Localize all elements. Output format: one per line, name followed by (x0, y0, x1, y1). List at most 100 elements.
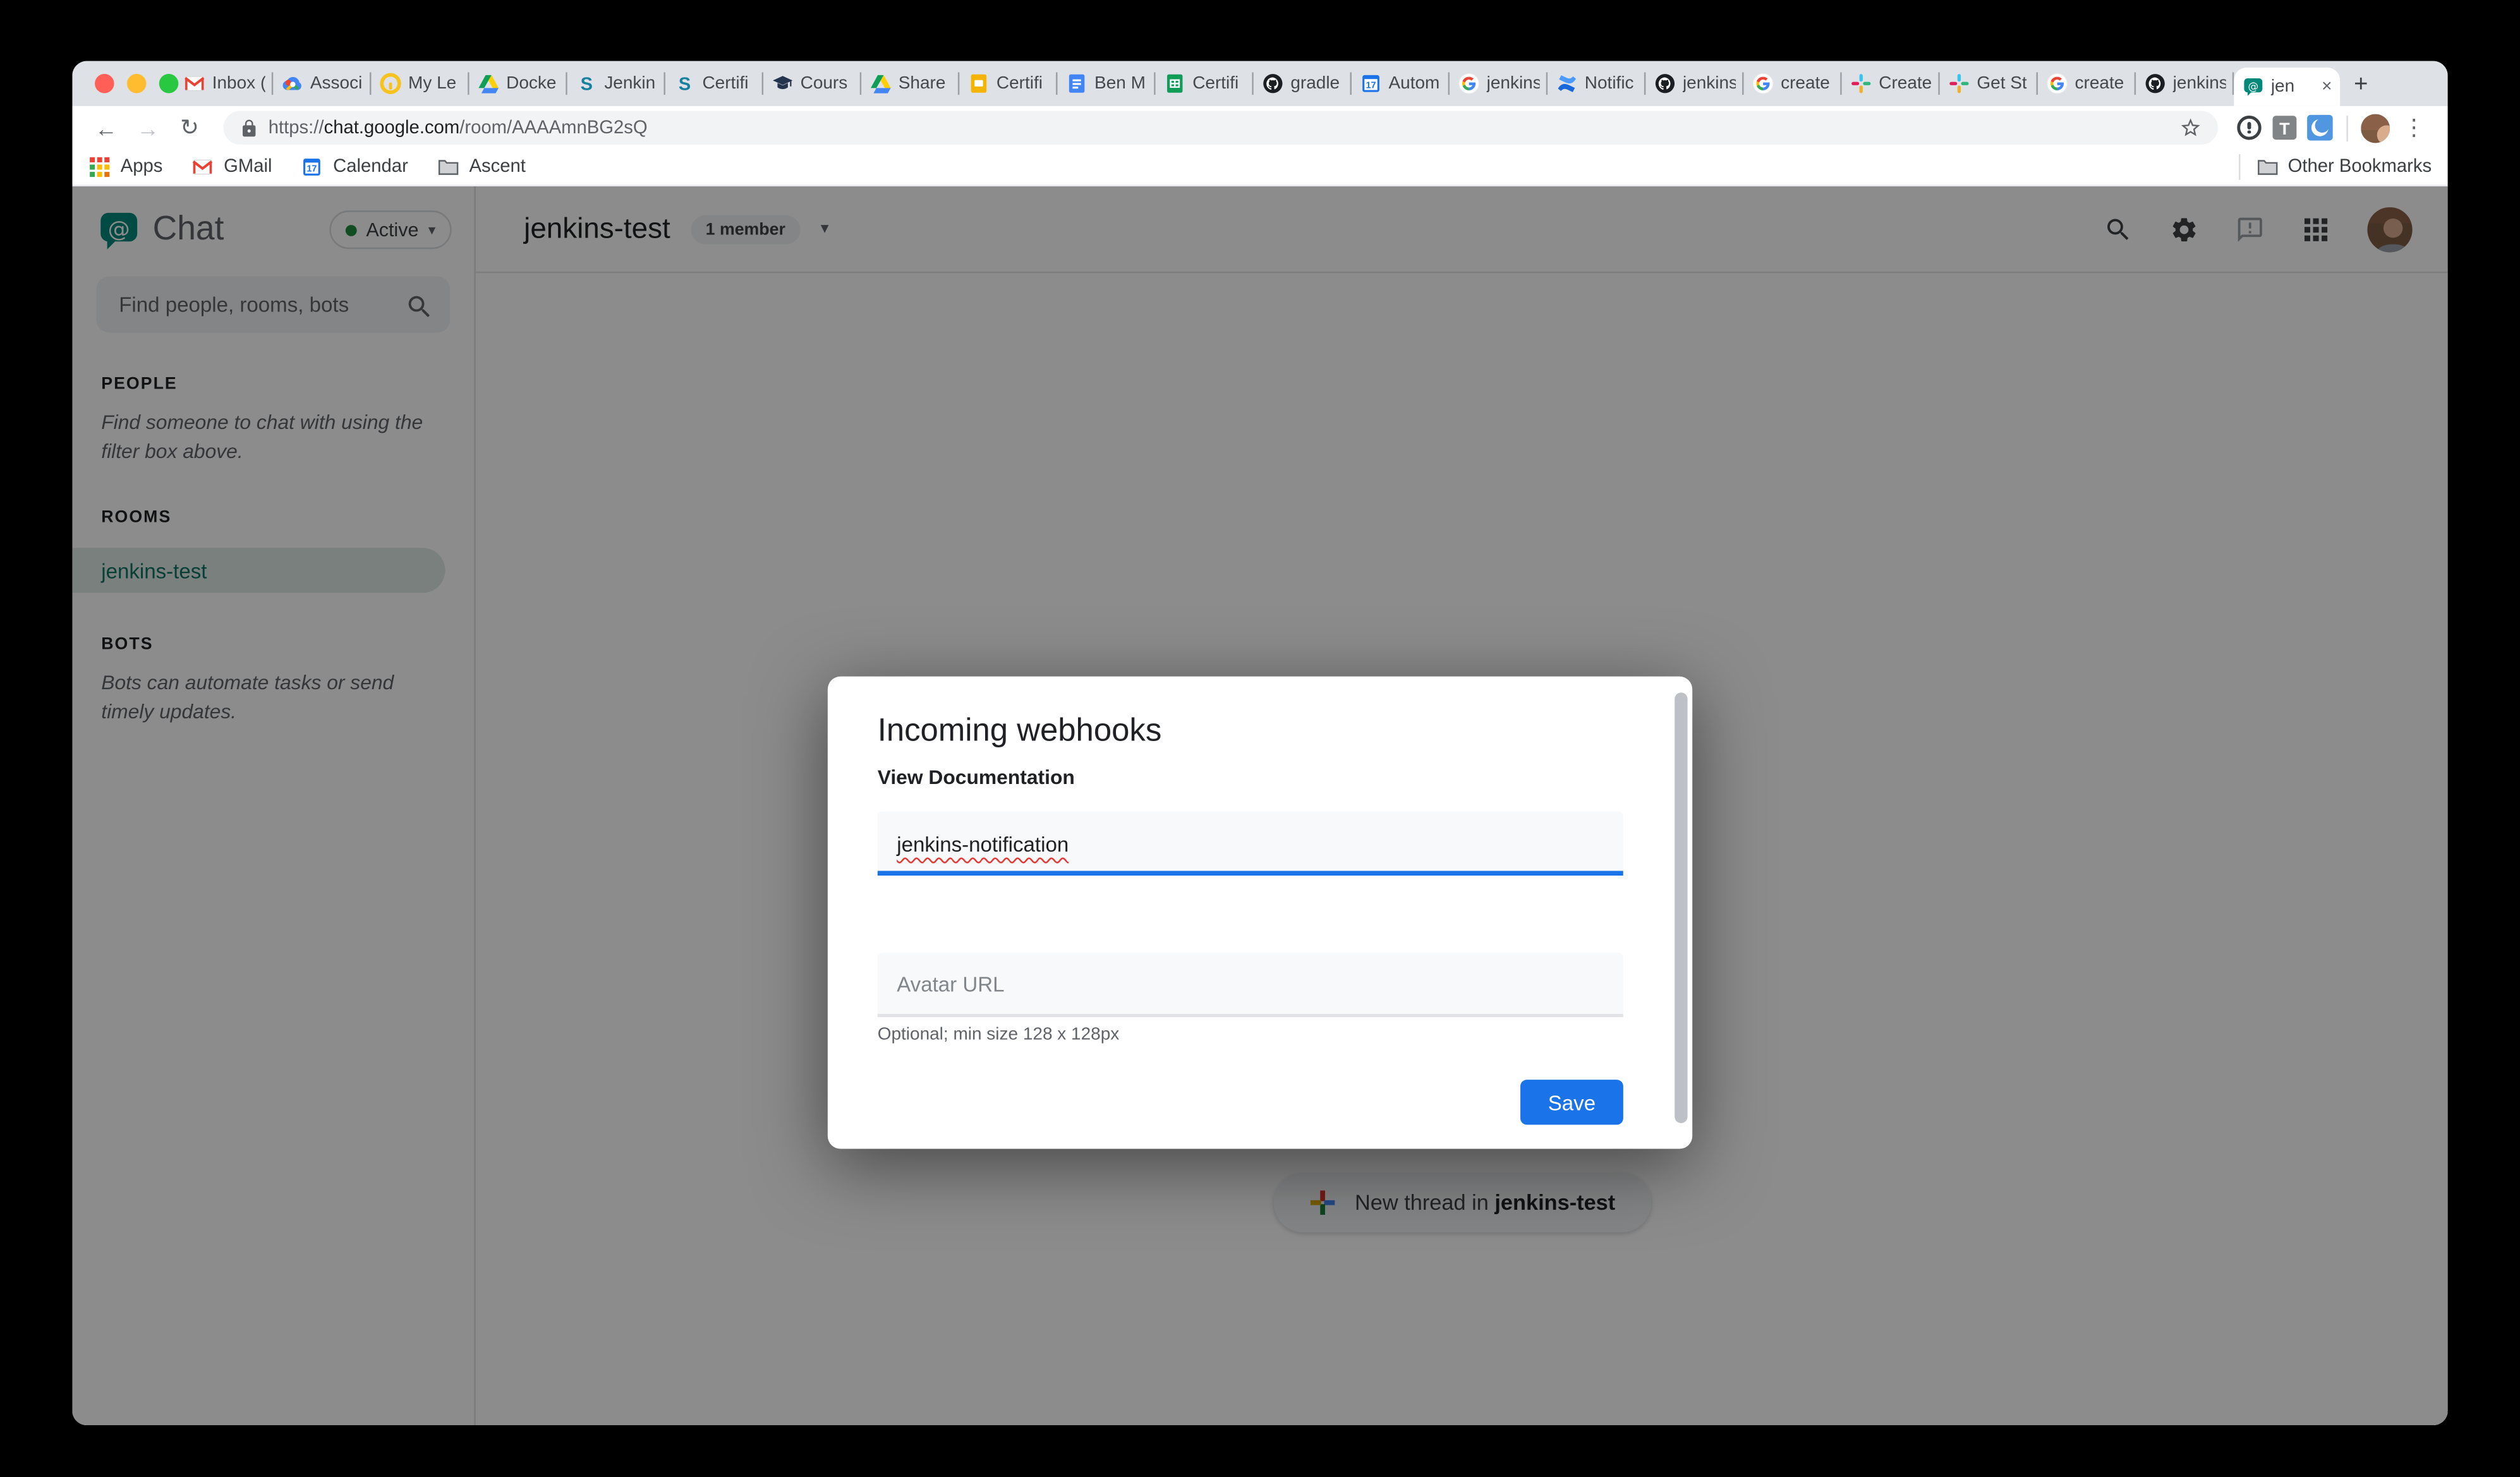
save-button[interactable]: Save (1520, 1080, 1623, 1124)
tab-label: Inbox ( (212, 74, 265, 93)
bookmark-gmail[interactable]: GMail (191, 156, 272, 179)
bookmark-label: Apps (121, 157, 163, 177)
browser-tab-autom[interactable]: 17 Autom (1352, 61, 1450, 106)
tab-label: Certifi (996, 74, 1043, 93)
skillsoft-favicon-icon: S (576, 72, 598, 95)
calendar-favicon-icon: 17 (1360, 72, 1383, 95)
google-favicon-icon (2046, 72, 2069, 95)
svg-text:S: S (679, 74, 691, 94)
bookmarks-bar: Apps GMail 17 Calendar Ascent Other Bookmark… (72, 150, 2447, 186)
browser-tab-get-st[interactable]: Get St (1940, 61, 2038, 106)
browser-tab-certifi[interactable]: Certifi (959, 61, 1057, 106)
browser-tab-associ[interactable]: Associ (273, 61, 371, 106)
bookmark-label: Calendar (333, 157, 408, 177)
new-tab-button[interactable]: + (2340, 64, 2382, 103)
blue-extension-icon[interactable] (2305, 113, 2334, 142)
google-favicon-icon (1752, 72, 1774, 95)
browser-tab-gradle[interactable]: gradle (1254, 61, 1352, 106)
avatar-url-field[interactable] (878, 953, 1623, 1017)
browser-tab-docke[interactable]: Docke (469, 61, 567, 106)
tab-strip: Inbox (AssociMy LeDockeSJenkinSCertifiCo… (72, 61, 2447, 106)
svg-text:T: T (2279, 119, 2289, 138)
tab-label: Share (899, 74, 946, 93)
drive-favicon-icon (477, 72, 500, 95)
chrome-menu-button[interactable]: ⋮ (2396, 110, 2432, 145)
minimize-window-button[interactable] (127, 74, 147, 93)
gcp-favicon-icon (281, 72, 304, 95)
tab-label: Cours (801, 74, 848, 93)
close-window-button[interactable] (95, 74, 114, 93)
tab-label: Associ (310, 74, 362, 93)
browser-tab-create[interactable]: Create (1842, 61, 1940, 106)
bookmark-ascent[interactable]: Ascent (437, 156, 526, 179)
dialog-scrollbar-thumb[interactable] (1675, 692, 1687, 1123)
bookmark-star-icon[interactable] (2179, 116, 2202, 139)
password-manager-extension-icon[interactable] (2234, 113, 2263, 142)
browser-tab-jen[interactable]: @ jen × (2234, 68, 2340, 106)
gmail-icon (191, 156, 214, 179)
reload-button[interactable]: ↻ (172, 110, 207, 145)
forward-button[interactable]: → (130, 110, 166, 145)
other-bookmarks-button[interactable]: Other Bookmarks (2232, 154, 2432, 180)
tab-label: jen (2271, 77, 2294, 97)
browser-tab-create[interactable]: create (2038, 61, 2136, 106)
lock-icon (239, 118, 259, 138)
view-documentation-link[interactable]: View Documentation (878, 766, 1075, 789)
calendar-icon: 17 (301, 156, 324, 179)
avatar-url-input[interactable] (878, 953, 1623, 1014)
tab-label: Autom (1388, 74, 1439, 93)
slides-favicon-icon (967, 72, 990, 95)
browser-tab-inbox-[interactable]: Inbox ( (175, 61, 273, 106)
gradcap-favicon-icon (772, 72, 794, 95)
tab-label: Docke (506, 74, 556, 93)
google-favicon-icon (1458, 72, 1481, 95)
browser-tab-cours[interactable]: Cours (763, 61, 861, 106)
tab-label: My Le (408, 74, 456, 93)
tab-label: Certifi (1192, 74, 1239, 93)
tab-label: create (2075, 74, 2124, 93)
confluence-favicon-icon (1556, 72, 1578, 95)
svg-text:17: 17 (1366, 80, 1376, 90)
folder-icon (437, 156, 460, 179)
browser-tab-create[interactable]: create (1744, 61, 1842, 106)
webhook-name-value: jenkins-notification (897, 832, 1069, 856)
page-url: https://chat.google.com/room/AAAAmnBG2sQ (269, 118, 2170, 138)
svg-text:@: @ (2248, 80, 2259, 92)
browser-tab-jenkin[interactable]: S Jenkin (567, 61, 665, 106)
sheets-favicon-icon (1163, 72, 1186, 95)
dialog-title: Incoming webhooks (878, 713, 1162, 750)
browser-tab-certifi[interactable]: SCertifi (665, 61, 763, 106)
skillsoft-favicon-icon: S (674, 72, 696, 95)
dialog-scrollbar[interactable] (1675, 686, 1687, 1139)
browser-tab-ben-m[interactable]: Ben M (1058, 61, 1156, 106)
bookmark-label: GMail (224, 157, 272, 177)
tab-label: Get St (1977, 74, 2026, 93)
bookmark-apps[interactable]: Apps (88, 156, 163, 179)
tab-label: jenkins (1487, 74, 1540, 93)
address-bar[interactable]: https://chat.google.com/room/AAAAmnBG2sQ (224, 111, 2218, 144)
back-button[interactable]: ← (88, 110, 124, 145)
avatar-helper-text: Optional; min size 128 x 128px (878, 1025, 1120, 1045)
tab-label: Jenkin (604, 74, 655, 93)
drive-favicon-icon (869, 72, 892, 95)
browser-tab-my-le[interactable]: My Le (372, 61, 469, 106)
bookmark-items: Apps GMail 17 Calendar Ascent (88, 156, 555, 179)
apps-colored-icon (88, 156, 111, 179)
webhook-name-field[interactable]: jenkins-notification (878, 811, 1623, 876)
browser-tab-jenkins[interactable]: jenkins (2136, 61, 2234, 106)
bookmark-calendar[interactable]: 17 Calendar (301, 156, 408, 179)
slack-favicon-icon (1948, 72, 1971, 95)
tab-close-icon[interactable]: × (2322, 77, 2332, 97)
browser-tab-jenkins[interactable]: jenkins (1645, 61, 1743, 106)
t-extension-icon[interactable]: T (2269, 113, 2298, 142)
browser-tab-certifi[interactable]: Certifi (1156, 61, 1254, 106)
browser-tab-jenkins[interactable]: jenkins (1450, 61, 1548, 106)
browser-tab-notific[interactable]: Notific (1548, 61, 1645, 106)
browser-tabs: Inbox (AssociMy LeDockeSJenkinSCertifiCo… (175, 61, 2340, 106)
tab-label: create (1781, 74, 1830, 93)
tab-label: Notific (1585, 74, 1634, 93)
browser-tab-share[interactable]: Share (861, 61, 959, 106)
macos-traffic-lights (95, 74, 178, 93)
browser-profile-avatar[interactable] (2361, 113, 2390, 142)
slack-favicon-icon (1850, 72, 1872, 95)
